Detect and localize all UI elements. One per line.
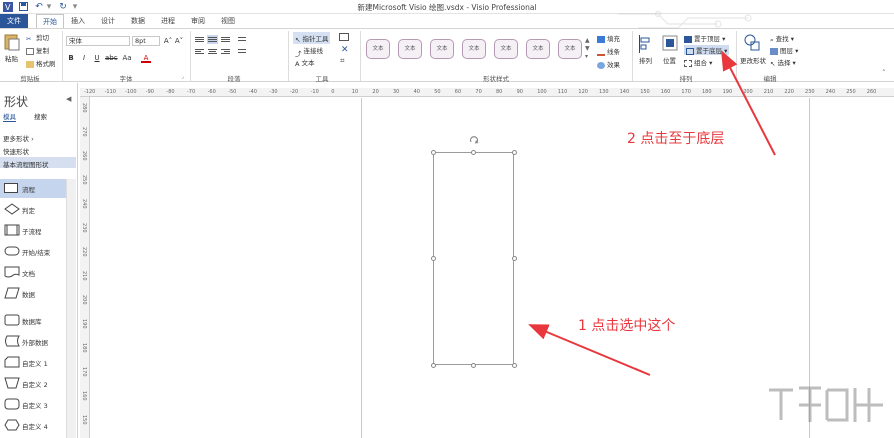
annotation-arrows [528, 50, 776, 376]
arrow-to-send-back [721, 50, 776, 156]
watermark-logo [765, 380, 890, 435]
circuit-decoration [618, 8, 758, 32]
annotation-step1: 1 点击选中这个 [578, 318, 676, 334]
annotation-step2: 2 点击至于底层 [627, 131, 725, 147]
